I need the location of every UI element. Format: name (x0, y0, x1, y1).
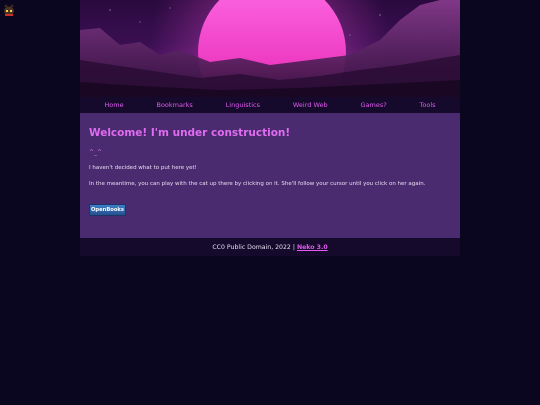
nav-linguistics-link[interactable]: Linguistics (226, 101, 260, 109)
nav-bookmarks-link[interactable]: Bookmarks (156, 101, 192, 109)
nav-tools-link[interactable]: Tools (420, 101, 436, 109)
intro-paragraph: I haven't decided what to put here yet! (89, 165, 197, 171)
emote-text: ^_^ (89, 149, 103, 156)
page-container: Home Bookmarks Linguistics Weird Web Gam… (80, 0, 460, 256)
header-banner-image (80, 0, 460, 97)
main-content: Welcome! I'm under construction! ^_^ I h… (80, 113, 460, 238)
footer-license-text: CC0 Public Domain, 2022 | (212, 243, 295, 251)
neko-cat-icon[interactable] (2, 2, 16, 16)
cat-instructions-paragraph: In the meantime, you can play with the c… (89, 181, 426, 187)
nav-weird-web-link[interactable]: Weird Web (293, 101, 328, 109)
page-title: Welcome! I'm under construction! (89, 127, 291, 139)
footer-neko-link[interactable]: Neko 3.0 (297, 244, 328, 251)
nav-games-link[interactable]: Games? (360, 101, 386, 109)
footer: CC0 Public Domain, 2022 | Neko 3.0 (80, 238, 460, 256)
nav-home-link[interactable]: Home (104, 101, 123, 109)
main-nav: Home Bookmarks Linguistics Weird Web Gam… (80, 97, 460, 113)
openbooks-badge-button[interactable]: OpenBooks (89, 204, 126, 216)
